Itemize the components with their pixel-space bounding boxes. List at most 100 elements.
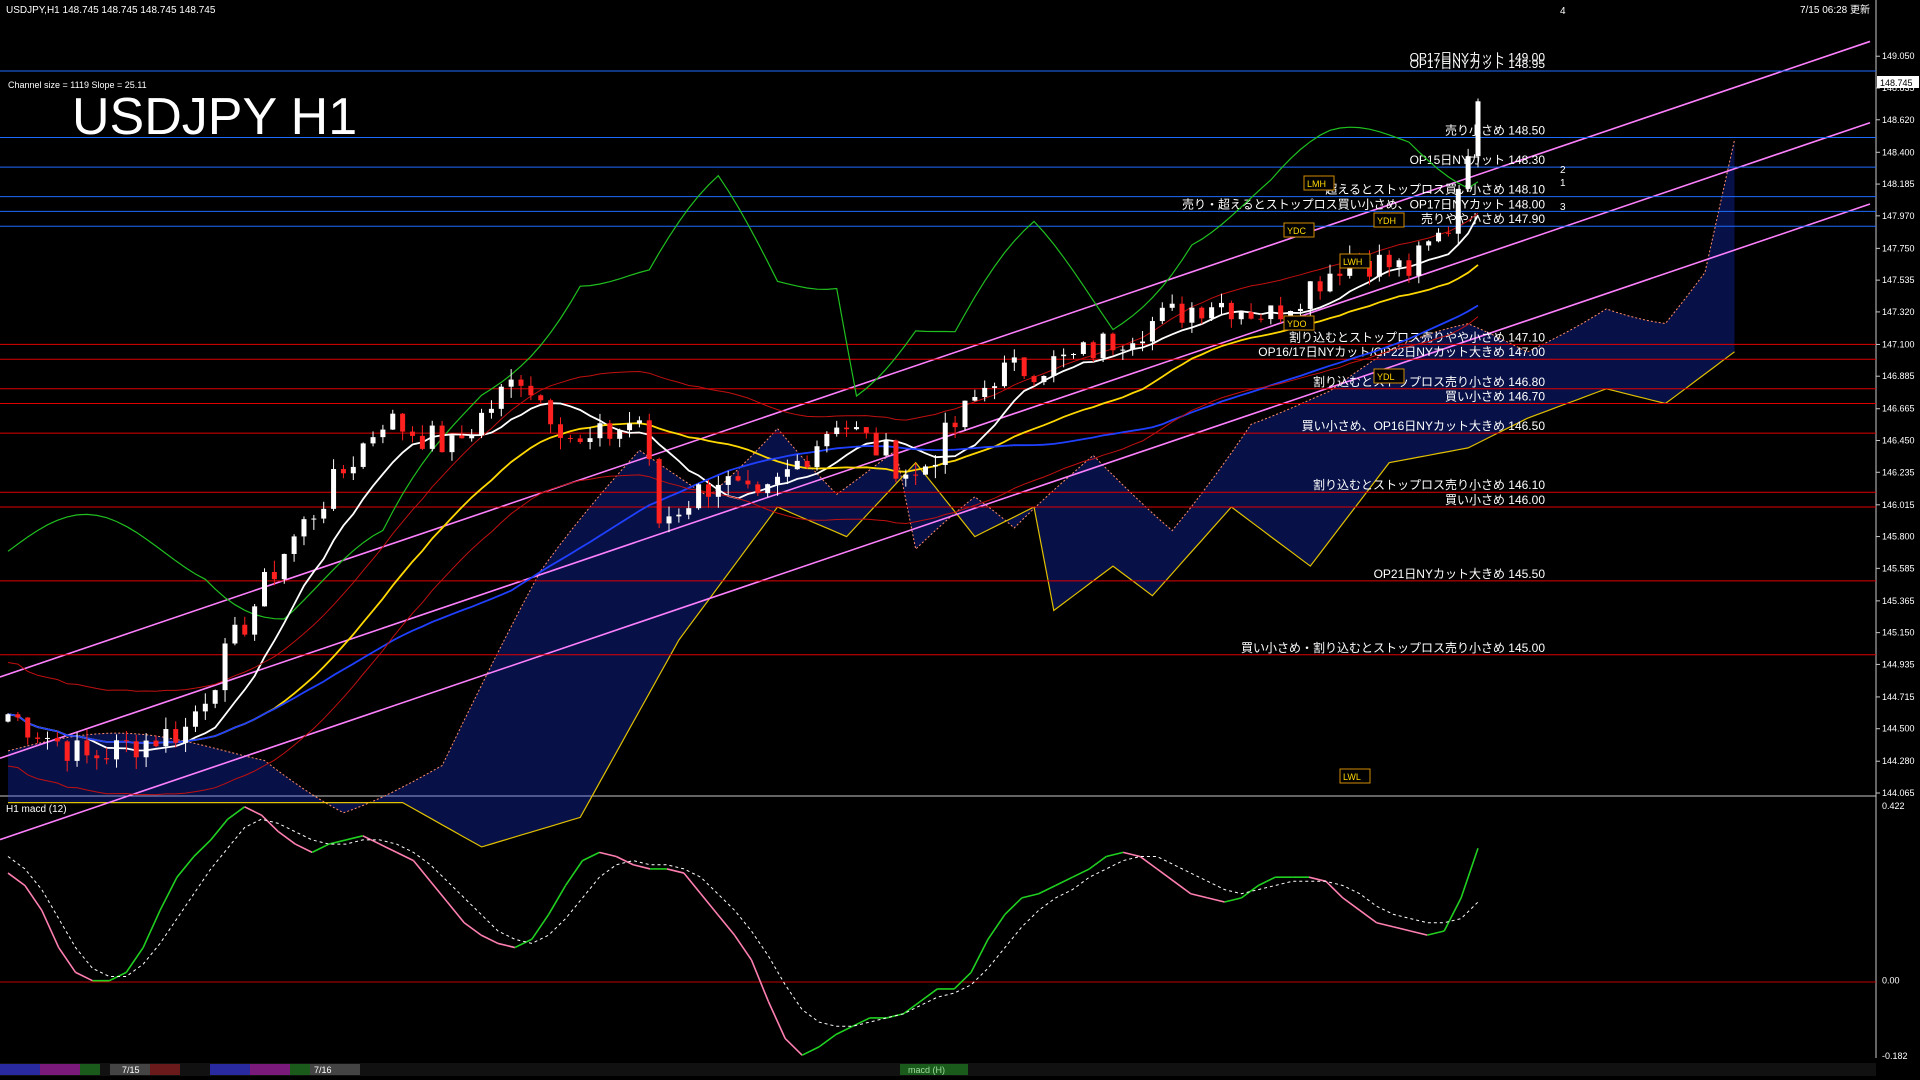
candle-body <box>1376 254 1382 277</box>
candle-body <box>814 446 820 468</box>
candle-body <box>982 387 988 398</box>
candle-body <box>311 518 317 520</box>
candle-body <box>1238 312 1244 320</box>
session-block <box>150 1064 180 1075</box>
candle-body <box>35 737 41 739</box>
candle-body <box>992 386 998 388</box>
candle-body <box>1327 273 1333 292</box>
candle-body <box>242 624 248 635</box>
candle-body <box>222 643 228 691</box>
candle-body <box>1209 307 1215 319</box>
level-label: 買い小さめ、OP16日NYカット大きめ 146.50 <box>1302 419 1546 433</box>
candle-body <box>942 422 948 465</box>
level-label: 割り込むとストップロス売りやや小さめ 147.10 <box>1289 329 1545 344</box>
candle-body <box>390 413 396 430</box>
candle-body <box>400 413 406 432</box>
date-label-1: 7/15 <box>122 1065 140 1075</box>
level-label: 超えるとストップロス買い小さめ 148.10 <box>1325 182 1545 197</box>
candle-body <box>538 395 544 401</box>
candle-body <box>794 460 800 470</box>
chart-title: USDJPY H1 <box>72 88 357 146</box>
candle-body <box>1130 343 1136 350</box>
price-tick-label: 144.065 <box>1882 788 1915 798</box>
candle-body <box>1416 245 1422 276</box>
price-tick-label: 147.100 <box>1882 339 1915 349</box>
candle-body <box>567 437 573 439</box>
marker-label: YDL <box>1377 372 1395 382</box>
candle-body <box>972 397 978 401</box>
candle-body <box>459 435 465 439</box>
marker-label: LMH <box>1307 179 1326 189</box>
candle-body <box>54 737 60 742</box>
candle-body <box>419 435 425 449</box>
candle-body <box>1396 260 1402 268</box>
candle-body <box>143 740 149 758</box>
channel-number: 1 <box>1560 178 1566 189</box>
candle-body <box>469 435 475 439</box>
timeline-bar[interactable]: 7/15 7/16 macd (H) <box>0 1063 1876 1076</box>
candle-body <box>508 379 514 387</box>
candle-body <box>883 440 889 456</box>
price-tick-label: 147.320 <box>1882 307 1915 317</box>
candle-body <box>1445 232 1451 234</box>
candle-body <box>557 424 563 438</box>
candle-body <box>853 427 859 430</box>
candle-body <box>291 536 297 554</box>
candle-body <box>64 741 70 761</box>
candle-body <box>44 737 50 739</box>
candle-body <box>775 476 781 485</box>
candle-body <box>952 422 958 428</box>
candle-body <box>183 726 189 743</box>
price-tick-label: 146.015 <box>1882 500 1915 510</box>
current-price-value: 148.745 <box>1880 78 1913 88</box>
candle-body <box>824 434 830 447</box>
status-badge-text: macd (H) <box>908 1065 945 1075</box>
candle-body <box>863 427 869 433</box>
candle-body <box>1031 376 1037 383</box>
price-tick-label: 146.450 <box>1882 435 1915 445</box>
candle-body <box>123 740 129 742</box>
candle-body <box>804 460 810 468</box>
symbol-info: USDJPY,H1 148.745 148.745 148.745 148.74… <box>6 5 216 16</box>
candle-body <box>1199 307 1205 319</box>
candle-body <box>479 412 485 436</box>
level-label: 売り・超えるとストップロス買い小さめ、OP17日NYカット 148.00 <box>1182 196 1545 211</box>
candle-body <box>646 420 652 460</box>
macd-label: H1 macd (12) <box>6 804 67 815</box>
candle-body <box>1268 305 1274 320</box>
price-tick-label: 144.500 <box>1882 724 1915 734</box>
candle-body <box>903 474 909 479</box>
candle-body <box>1189 307 1195 323</box>
level-label: OP17日NYカット 149.00 <box>1410 51 1546 65</box>
candle-body <box>439 425 445 453</box>
price-tick-label: 149.050 <box>1882 51 1915 61</box>
candle-body <box>94 755 100 759</box>
candle-body <box>1011 357 1017 363</box>
candle-body <box>686 508 692 515</box>
candle-body <box>281 553 287 580</box>
candle-body <box>1475 101 1481 157</box>
candle-body <box>518 379 524 386</box>
price-tick-label: 145.365 <box>1882 596 1915 606</box>
candle-body <box>212 690 218 704</box>
candle-body <box>893 440 899 479</box>
candle-body <box>15 714 21 718</box>
candle-body <box>350 466 356 474</box>
candle-body <box>696 484 702 509</box>
candle-body <box>114 740 120 760</box>
level-label: 買い小さめ 146.70 <box>1445 390 1545 404</box>
candle-body <box>844 427 850 430</box>
candle-body <box>340 469 346 474</box>
marker-label: YDC <box>1287 226 1307 236</box>
date-label-2: 7/16 <box>314 1065 332 1075</box>
trading-chart[interactable]: OP17日NYカット 148.95売り小さめ 148.50OP15日NYカット … <box>0 0 1920 1080</box>
macd-tick-label: 0.00 <box>1882 976 1900 986</box>
price-tick-label: 145.150 <box>1882 628 1915 638</box>
candle-body <box>1426 241 1432 246</box>
price-tick-label: 144.935 <box>1882 659 1915 669</box>
session-block <box>290 1064 310 1075</box>
chart-background <box>0 0 1920 1080</box>
price-tick-label: 144.715 <box>1882 692 1915 702</box>
candle-body <box>429 425 435 449</box>
price-tick-label: 147.750 <box>1882 243 1915 253</box>
